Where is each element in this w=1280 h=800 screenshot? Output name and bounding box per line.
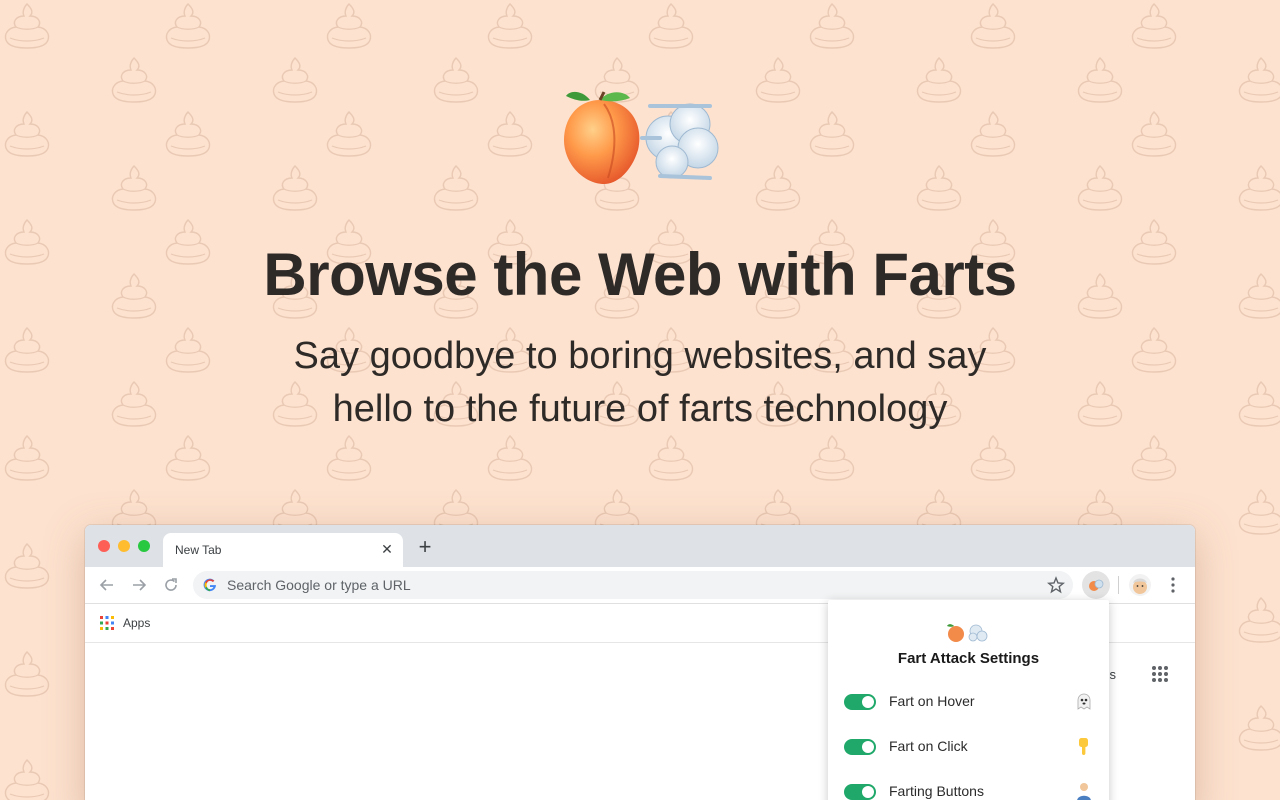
poop-pattern-icon [1131,111,1177,157]
peach-and-wind-emoji-icon [564,91,719,184]
poop-pattern-icon [487,111,533,157]
poop-pattern-icon [648,435,694,481]
fart-on-hover-toggle[interactable] [844,694,876,710]
apps-grid-icon[interactable] [100,616,114,630]
poop-pattern-icon [1238,489,1280,535]
kebab-menu-icon[interactable] [1163,575,1183,595]
apps-bookmark[interactable]: Apps [123,616,150,630]
poop-pattern-icon [970,435,1016,481]
subheadline-line-2: hello to the future of farts technology [332,388,948,430]
poop-pattern-icon [755,165,801,211]
poop-pattern-icon [326,435,372,481]
omnibox[interactable]: Search Google or type a URL [193,571,1073,599]
poop-pattern-icon [4,543,50,589]
poop-pattern-icon [970,111,1016,157]
minimize-window-button[interactable] [118,540,130,552]
poop-pattern-icon [809,111,855,157]
setting-fart-on-hover: Fart on Hover [844,689,1094,713]
poop-pattern-icon [4,759,50,800]
setting-label: Farting Buttons [889,783,984,799]
poop-pattern-icon [1238,381,1280,427]
poop-pattern-icon [4,3,50,49]
poop-pattern-icon [111,381,157,427]
poop-pattern-icon [1238,597,1280,643]
poop-pattern-icon [165,111,211,157]
poop-pattern-icon [1238,705,1280,751]
poop-pattern-icon [648,3,694,49]
poop-pattern-icon [4,111,50,157]
subheadline-line-1: Say goodbye to boring websites, and say [293,335,987,377]
poop-pattern-icon [433,165,479,211]
setting-fart-on-click: Fart on Click [844,734,1094,758]
pointing-down-emoji-icon [1079,738,1088,755]
forward-arrow-icon[interactable] [129,575,149,595]
reload-icon[interactable] [161,575,181,595]
poop-pattern-icon [487,435,533,481]
poop-pattern-icon [4,651,50,697]
fart-on-click-toggle[interactable] [844,739,876,755]
tab-strip: New Tab ✕ + [85,525,1195,567]
close-window-button[interactable] [98,540,110,552]
fart-attack-extension-icon [1089,579,1104,591]
poop-pattern-icon [111,165,157,211]
poop-pattern-icon [916,165,962,211]
poop-pattern-icon [326,111,372,157]
poop-pattern-icon [970,3,1016,49]
fart-attack-settings-popup: Fart Attack Settings Fart on Hover Fart … [828,600,1109,800]
poop-pattern-icon [272,57,318,103]
profile-avatar-icon[interactable] [1129,574,1151,596]
poop-pattern-icon [165,3,211,49]
setting-label: Fart on Click [889,738,968,754]
close-icon[interactable]: ✕ [379,541,395,557]
headline: Browse the Web with Farts [263,241,1017,308]
poop-pattern-icon [1238,57,1280,103]
poop-pattern-icon [916,57,962,103]
poop-pattern-icon [4,435,50,481]
poop-pattern-icon [809,3,855,49]
omnibox-placeholder: Search Google or type a URL [227,577,411,593]
ghost-emoji-icon [1077,693,1091,710]
poop-pattern-icon [1131,327,1177,373]
tab-new-tab[interactable]: New Tab ✕ [163,533,403,567]
tab-title: New Tab [175,543,222,557]
poop-pattern-icon [809,435,855,481]
back-arrow-icon[interactable] [97,575,117,595]
poop-pattern-icon [4,327,50,373]
farting-buttons-toggle[interactable] [844,784,876,800]
poop-pattern-icon [1131,435,1177,481]
plus-icon[interactable]: + [415,536,435,558]
star-icon[interactable] [1047,576,1065,594]
maximize-window-button[interactable] [138,540,150,552]
poop-pattern-icon [755,57,801,103]
person-emoji-icon [1077,783,1091,800]
poop-pattern-icon [1077,165,1123,211]
toolbar-separator [1118,576,1119,594]
poop-pattern-icon [1077,381,1123,427]
poop-pattern-icon [111,57,157,103]
toolbar: Search Google or type a URL [85,567,1195,604]
google-g-icon [203,578,216,592]
poop-pattern-icon [487,3,533,49]
subheadline: Say goodbye to boring websites, and say … [240,330,1040,436]
google-apps-grid-icon[interactable] [1151,665,1169,683]
poop-pattern-icon [1238,165,1280,211]
poop-pattern-icon [433,57,479,103]
poop-pattern-icon [326,3,372,49]
fart-attack-extension-button[interactable] [1082,571,1110,599]
poop-pattern-icon [165,327,211,373]
poop-pattern-icon [1077,57,1123,103]
popup-title: Fart Attack Settings [897,650,1040,667]
poop-pattern-icon [165,435,211,481]
poop-pattern-icon [272,165,318,211]
peach-and-wind-emoji-icon [947,624,988,642]
setting-label: Fart on Hover [889,693,975,709]
setting-farting-buttons: Farting Buttons [844,779,1094,800]
poop-pattern-icon [1131,3,1177,49]
